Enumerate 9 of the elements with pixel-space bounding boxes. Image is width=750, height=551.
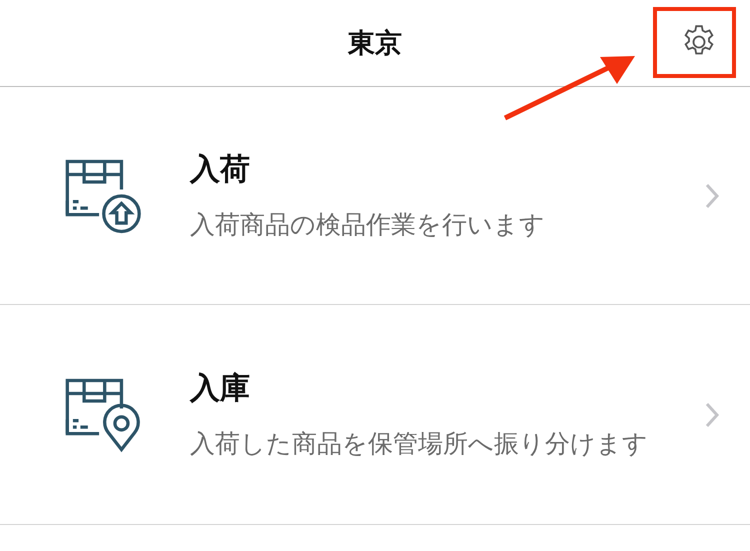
menu-item-title: 入庫 xyxy=(190,370,251,408)
header-title: 東京 xyxy=(348,27,402,61)
menu-item[interactable]: 入庫 入荷した商品を保管場所へ振り分けます xyxy=(0,305,750,525)
chevron-right-icon xyxy=(704,400,720,428)
menu-item-title: 入荷 xyxy=(190,151,251,190)
menu-item-description: 入荷商品の検品作業を行います xyxy=(190,209,546,242)
menu-item[interactable]: 入荷 入荷商品の検品作業を行います xyxy=(0,87,750,305)
menu-item-description: 入荷した商品を保管場所へ振り分けます xyxy=(190,428,649,460)
chevron-right-icon xyxy=(704,182,720,210)
